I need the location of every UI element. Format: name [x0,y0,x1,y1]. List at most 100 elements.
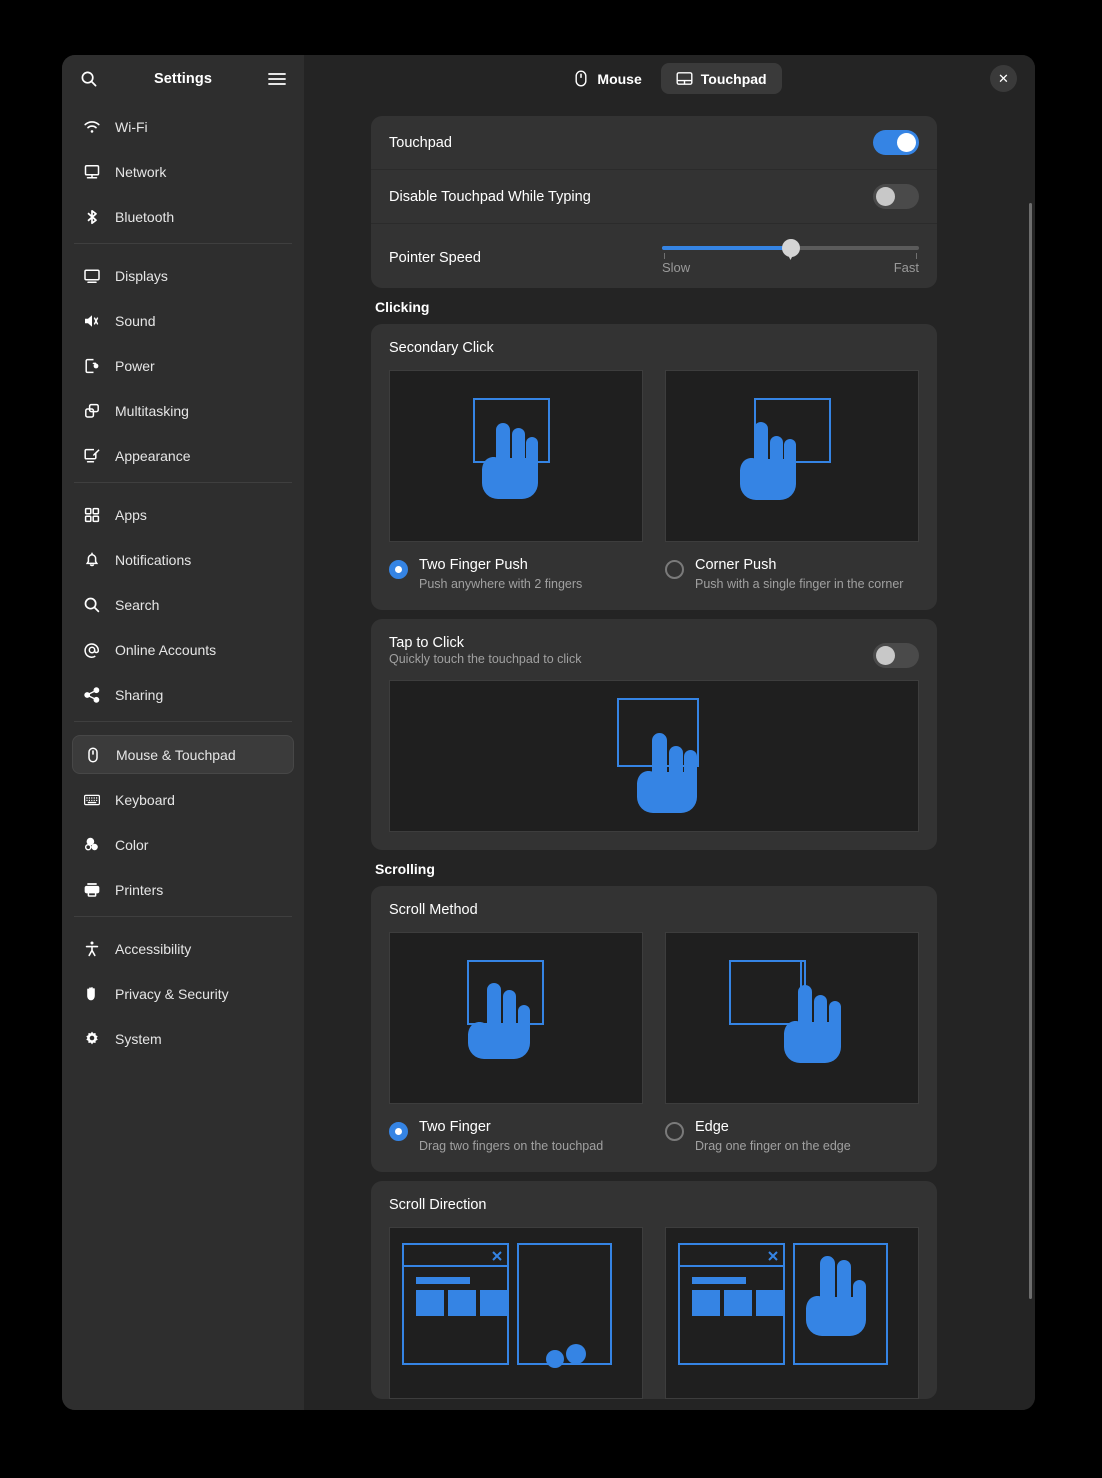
tab-mouse[interactable]: Mouse [557,63,656,94]
sidebar-item-label: Keyboard [115,792,175,808]
sidebar-nav: Wi-Fi Network Bluetooth Displays Sound P… [62,102,304,1065]
sidebar-item-label: Privacy & Security [115,986,229,1002]
sidebar-item-keyboard[interactable]: Keyboard [72,781,294,819]
sidebar-item-power[interactable]: Power [72,347,294,385]
scroll-method-card: Scroll Method Two Finger Drag two finger… [371,886,937,1172]
sidebar-item-label: Bluetooth [115,209,175,225]
tap-to-click-illustration [389,680,919,832]
sidebar-item-privacy-security[interactable]: Privacy & Security [72,975,294,1013]
touchpad-general-card: Touchpad Disable Touchpad While Typing P… [371,116,937,288]
sidebar-divider [74,916,292,917]
sidebar-item-network[interactable]: Network [72,153,294,191]
sidebar-divider [74,482,292,483]
tab-touchpad[interactable]: Touchpad [660,63,782,94]
pointer-speed-label: Pointer Speed [389,250,481,266]
settings-window: Settings Wi-Fi Network Bluetooth Display… [62,55,1035,1410]
sidebar-item-label: Apps [115,507,147,523]
display-icon [83,267,101,285]
corner-push-illustration [665,370,919,542]
disable-while-typing-row[interactable]: Disable Touchpad While Typing [371,170,937,224]
slider-fill [662,246,791,250]
multitasking-icon [83,402,101,420]
sidebar-item-search[interactable]: Search [72,586,294,624]
secondary-click-option-corner[interactable]: Corner Push Push with a single finger in… [665,370,919,610]
vertical-scrollbar[interactable] [1029,203,1032,1299]
page-title: Settings [154,70,212,87]
close-icon[interactable]: ✕ [990,65,1017,92]
slider-track[interactable] [662,239,919,257]
sidebar-item-mouse-touchpad[interactable]: Mouse & Touchpad [72,735,294,774]
sidebar-item-printers[interactable]: Printers [72,871,294,909]
slider-min-label: Slow [662,260,691,275]
radio-two-finger-scroll[interactable] [389,1122,408,1141]
search-icon [83,596,101,614]
sidebar-divider [74,721,292,722]
sidebar-item-online-accounts[interactable]: Online Accounts [72,631,294,669]
gear-icon [83,1030,101,1048]
sidebar-item-displays[interactable]: Displays [72,257,294,295]
sidebar-item-label: Online Accounts [115,642,217,658]
power-icon [83,357,101,375]
scroll-method-option-edge[interactable]: Edge Drag one finger on the edge [665,932,919,1172]
pointer-speed-slider[interactable]: Slow Fast [662,234,919,278]
scroll-direction-option-traditional[interactable] [389,1227,643,1399]
content-area: Mouse Touchpad ✕ Touchpad Disable Touchp… [304,55,1035,1410]
sidebar-item-label: System [115,1031,162,1047]
bluetooth-icon [83,208,101,226]
sidebar-item-label: Appearance [115,448,191,464]
tab-label: Mouse [597,70,642,87]
scroll-method-option-two-finger[interactable]: Two Finger Drag two fingers on the touch… [389,932,643,1172]
sidebar-item-sharing[interactable]: Sharing [72,676,294,714]
disable-while-typing-toggle[interactable] [873,184,919,209]
edge-scroll-illustration [665,932,919,1104]
color-icon [83,836,101,854]
sidebar-item-label: Wi-Fi [115,119,148,135]
hamburger-menu-icon[interactable] [264,66,290,92]
appearance-icon [83,447,101,465]
radio-edge-scroll[interactable] [665,1122,684,1141]
search-icon[interactable] [76,66,102,92]
view-switcher: Mouse Touchpad ✕ [304,55,1035,102]
settings-scroll-area: Touchpad Disable Touchpad While Typing P… [304,102,1035,1410]
sidebar-item-notifications[interactable]: Notifications [72,541,294,579]
option-desc: Drag one finger on the edge [695,1139,851,1153]
scroll-direction-title: Scroll Direction [389,1197,487,1213]
printer-icon [83,881,101,899]
radio-two-finger-push[interactable] [389,560,408,579]
scroll-direction-card: Scroll Direction [371,1181,937,1399]
sidebar-item-system[interactable]: System [72,1020,294,1058]
sidebar-item-accessibility[interactable]: Accessibility [72,930,294,968]
sidebar-item-apps[interactable]: Apps [72,496,294,534]
touchpad-icon [676,70,693,87]
tap-to-click-toggle[interactable] [873,643,919,668]
option-desc: Drag two fingers on the touchpad [419,1139,604,1153]
option-desc: Push anywhere with 2 fingers [419,577,583,591]
option-name: Two Finger Push [419,557,528,573]
slider-max-label: Fast [893,260,919,275]
sidebar-item-bluetooth[interactable]: Bluetooth [72,198,294,236]
wifi-icon [83,118,101,136]
section-scrolling-title: Scrolling [375,861,435,877]
sidebar-item-label: Sharing [115,687,164,703]
sidebar-item-label: Printers [115,882,164,898]
sound-icon [83,312,101,330]
sidebar-item-color[interactable]: Color [72,826,294,864]
tap-to-click-title: Tap to Click [389,635,464,651]
secondary-click-card: Secondary Click Two Finger Push Push any… [371,324,937,610]
radio-corner-push[interactable] [665,560,684,579]
slider-ticks [662,253,919,261]
scroll-direction-option-natural[interactable] [665,1227,919,1399]
secondary-click-option-two-finger[interactable]: Two Finger Push Push anywhere with 2 fin… [389,370,643,610]
sidebar-item-multitasking[interactable]: Multitasking [72,392,294,430]
tap-to-click-subtitle: Quickly touch the touchpad to click [389,652,582,666]
touchpad-enable-row[interactable]: Touchpad [371,116,937,170]
sidebar-item-sound[interactable]: Sound [72,302,294,340]
touchpad-enable-toggle[interactable] [873,130,919,155]
option-name: Corner Push [695,557,777,573]
sidebar-item-appearance[interactable]: Appearance [72,437,294,475]
at-sign-icon [83,641,101,659]
sidebar-item-label: Displays [115,268,168,284]
sidebar-item-wifi[interactable]: Wi-Fi [72,108,294,146]
option-desc: Push with a single finger in the corner [695,577,904,591]
sidebar: Settings Wi-Fi Network Bluetooth Display… [62,55,304,1410]
